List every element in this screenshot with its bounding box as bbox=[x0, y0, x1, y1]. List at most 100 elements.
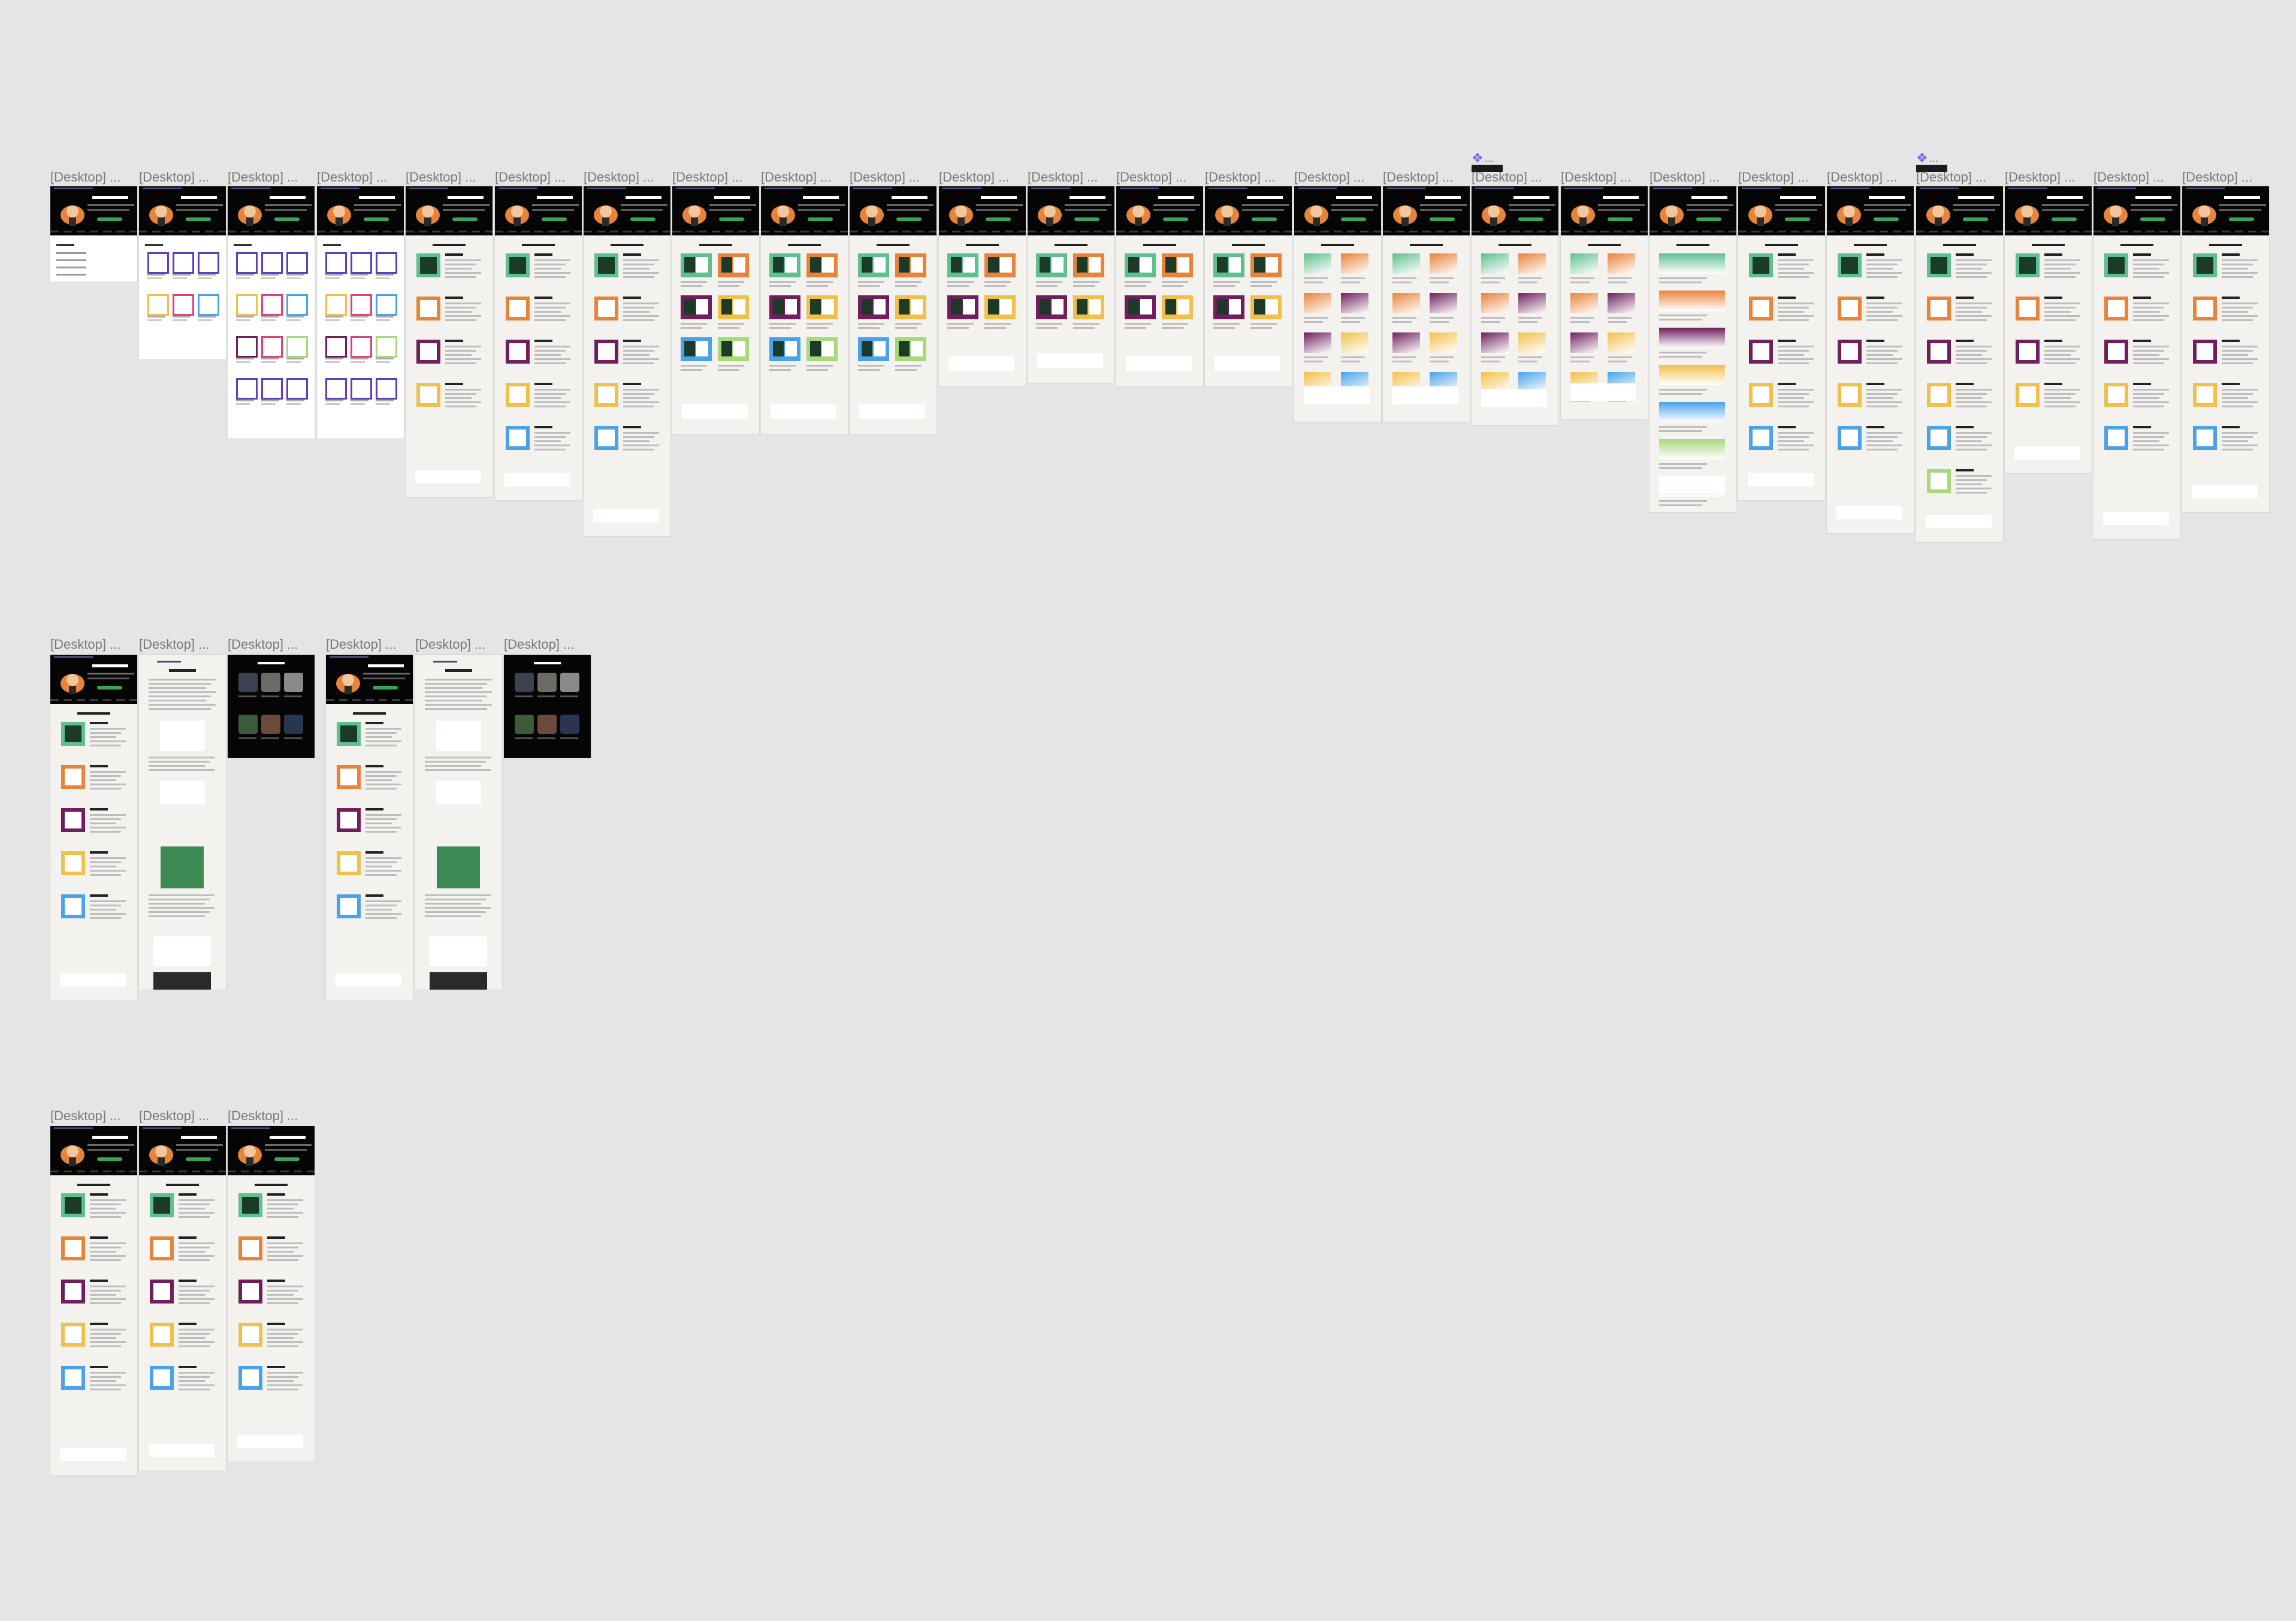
hero-cta-button[interactable] bbox=[1074, 217, 1099, 221]
frame-label[interactable]: [Desktop] ... bbox=[50, 637, 120, 652]
desktop-frame[interactable] bbox=[139, 186, 226, 359]
hero-cta-button[interactable] bbox=[2052, 217, 2077, 221]
hero-cta-button[interactable] bbox=[97, 217, 122, 221]
frame-label[interactable]: [Desktop] ... bbox=[584, 170, 654, 185]
desktop-frame[interactable] bbox=[139, 655, 226, 990]
frame-label[interactable]: [Desktop] ... bbox=[672, 170, 742, 185]
frame-label[interactable]: [Desktop] ... bbox=[406, 170, 476, 185]
frame-label[interactable]: [Desktop] ... bbox=[1205, 170, 1275, 185]
hero-cta-button[interactable] bbox=[274, 217, 300, 221]
frame-label[interactable]: [Desktop] ... bbox=[317, 170, 387, 185]
desktop-frame[interactable] bbox=[2182, 186, 2269, 512]
frame-label[interactable]: [Desktop] ... bbox=[1116, 170, 1186, 185]
hero-cta-button[interactable] bbox=[1252, 217, 1277, 221]
frame-label[interactable]: [Desktop] ... bbox=[504, 637, 574, 652]
frame-label[interactable]: [Desktop] ... bbox=[139, 170, 209, 185]
frame-label[interactable]: [Desktop] ... bbox=[50, 1108, 120, 1124]
desktop-frame[interactable] bbox=[50, 186, 137, 282]
frame-label[interactable]: [Desktop] ... bbox=[1383, 170, 1453, 185]
frame-label[interactable]: [Desktop] ... bbox=[228, 170, 298, 185]
frame-label[interactable]: [Desktop] ... bbox=[761, 170, 831, 185]
hero-cta-button[interactable] bbox=[986, 217, 1011, 221]
frame-label[interactable]: [Desktop] ... bbox=[1561, 170, 1631, 185]
hero-cta-button[interactable] bbox=[1874, 217, 1899, 221]
desktop-frame[interactable] bbox=[228, 186, 315, 438]
desktop-frame[interactable] bbox=[1827, 186, 1914, 533]
frame-label[interactable]: [Desktop] ... bbox=[850, 170, 920, 185]
desktop-frame[interactable] bbox=[1028, 186, 1114, 383]
desktop-frame[interactable] bbox=[326, 655, 413, 1000]
desktop-frame[interactable] bbox=[1116, 186, 1203, 386]
frame-label[interactable]: [Desktop] ... bbox=[50, 170, 120, 185]
hero-cta-button[interactable] bbox=[2140, 217, 2165, 221]
frame-label[interactable]: [Desktop] ... bbox=[326, 637, 396, 652]
frame-label[interactable]: [Desktop] ... bbox=[1294, 170, 1364, 185]
hero-cta-button[interactable] bbox=[186, 217, 211, 221]
desktop-frame[interactable] bbox=[2005, 186, 2092, 473]
desktop-frame[interactable] bbox=[850, 186, 936, 434]
desktop-frame[interactable] bbox=[406, 186, 493, 497]
hero-cta-button[interactable] bbox=[1163, 217, 1188, 221]
frame-label[interactable]: [Desktop] ... bbox=[1738, 170, 1808, 185]
frame-label[interactable]: [Desktop] ... bbox=[228, 1108, 298, 1124]
desktop-frame[interactable] bbox=[1650, 186, 1736, 512]
desktop-frame[interactable] bbox=[2093, 186, 2180, 539]
desktop-frame[interactable] bbox=[50, 1126, 137, 1475]
hero-cta-button[interactable] bbox=[1430, 217, 1455, 221]
hero-cta-button[interactable] bbox=[373, 686, 398, 689]
hero-cta-button[interactable] bbox=[2229, 217, 2254, 221]
frame-label[interactable]: [Desktop] ... bbox=[2093, 170, 2164, 185]
desktop-frame[interactable] bbox=[761, 186, 848, 434]
frame-label[interactable]: [Desktop] ... bbox=[495, 170, 565, 185]
desktop-frame[interactable] bbox=[939, 186, 1026, 386]
text-line bbox=[1866, 440, 1893, 442]
hero-cta-button[interactable] bbox=[1341, 217, 1366, 221]
desktop-frame[interactable] bbox=[584, 186, 670, 536]
desktop-frame[interactable] bbox=[228, 655, 315, 758]
desktop-frame[interactable] bbox=[139, 1126, 226, 1471]
hero-cta-button[interactable] bbox=[364, 217, 389, 221]
desktop-frame[interactable] bbox=[415, 655, 502, 990]
desktop-frame[interactable] bbox=[1383, 186, 1470, 422]
hero-cta-button[interactable] bbox=[1696, 217, 1721, 221]
design-canvas[interactable]: [Desktop] ... [Desktop] ... [Desktop] ... [… bbox=[0, 0, 2296, 1621]
frame-label[interactable]: [Desktop] ... bbox=[939, 170, 1009, 185]
hero-cta-button[interactable] bbox=[630, 217, 655, 221]
desktop-frame[interactable] bbox=[495, 186, 582, 500]
frame-label[interactable]: [Desktop] ... bbox=[1028, 170, 1098, 185]
hero-cta-button[interactable] bbox=[1518, 217, 1543, 221]
frame-label[interactable]: [Desktop] ... bbox=[2182, 170, 2252, 185]
section-heading bbox=[1321, 244, 1354, 246]
desktop-frame[interactable] bbox=[50, 655, 137, 1000]
desktop-frame[interactable] bbox=[1205, 186, 1292, 386]
hero-cta-button[interactable] bbox=[186, 1157, 211, 1161]
hero-cta-button[interactable] bbox=[896, 217, 922, 221]
desktop-frame[interactable] bbox=[504, 655, 591, 758]
desktop-frame[interactable] bbox=[672, 186, 759, 434]
hero-cta-button[interactable] bbox=[719, 217, 744, 221]
hero-cta-button[interactable] bbox=[452, 217, 478, 221]
hero-cta-button[interactable] bbox=[274, 1157, 300, 1161]
desktop-frame[interactable] bbox=[317, 186, 404, 438]
frame-label[interactable]: [Desktop] ... bbox=[139, 1108, 209, 1124]
hero-cta-button[interactable] bbox=[1608, 217, 1633, 221]
frame-label[interactable]: [Desktop] ... bbox=[139, 637, 209, 652]
hero-cta-button[interactable] bbox=[542, 217, 567, 221]
desktop-frame[interactable] bbox=[228, 1126, 315, 1462]
desktop-frame[interactable] bbox=[1294, 186, 1381, 422]
frame-label[interactable]: [Desktop] ... bbox=[228, 637, 298, 652]
frame-label[interactable]: [Desktop] ... bbox=[1650, 170, 1720, 185]
desktop-frame[interactable] bbox=[1916, 186, 2003, 542]
desktop-frame[interactable] bbox=[1472, 186, 1558, 425]
frame-label[interactable]: [Desktop] ... bbox=[2005, 170, 2075, 185]
text-line bbox=[1213, 285, 1235, 287]
hero-cta-button[interactable] bbox=[1963, 217, 1988, 221]
frame-label[interactable]: [Desktop] ... bbox=[1827, 170, 1897, 185]
desktop-frame[interactable] bbox=[1738, 186, 1825, 500]
hero-cta-button[interactable] bbox=[97, 1157, 122, 1161]
hero-cta-button[interactable] bbox=[808, 217, 833, 221]
frame-label[interactable]: [Desktop] ... bbox=[415, 637, 485, 652]
hero-cta-button[interactable] bbox=[1785, 217, 1810, 221]
desktop-frame[interactable] bbox=[1561, 186, 1648, 419]
hero-cta-button[interactable] bbox=[97, 686, 122, 689]
